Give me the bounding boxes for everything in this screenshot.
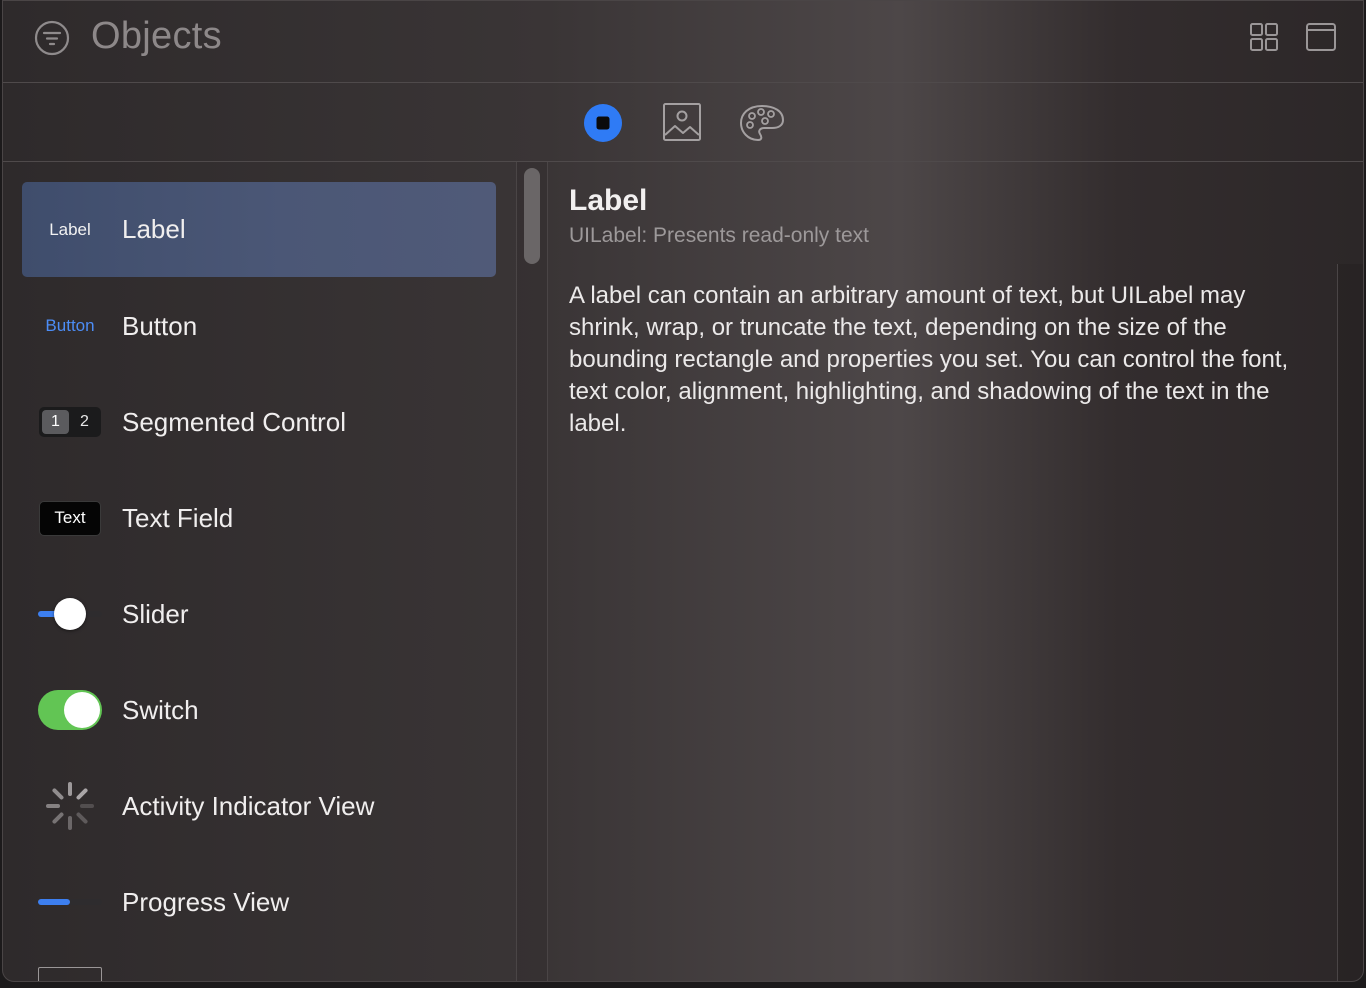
spinner-spoke xyxy=(52,812,64,824)
list-scrollbar[interactable] xyxy=(516,162,548,981)
grid-view-icon[interactable] xyxy=(1249,22,1279,52)
list-item-switch[interactable]: Switch xyxy=(22,662,496,758)
label-thumbnail: Label xyxy=(38,182,102,277)
list-item-button[interactable]: Button Button xyxy=(22,278,496,374)
list-item-slider[interactable]: Slider xyxy=(22,566,496,662)
photo-icon[interactable] xyxy=(662,102,702,142)
list-scroll-thumb[interactable] xyxy=(524,168,540,264)
slider-knob xyxy=(54,598,86,630)
segment-2-text: 2 xyxy=(80,413,89,430)
list-item-segmented-control[interactable]: 1 2 Segmented Control xyxy=(22,374,496,470)
slider-thumbnail xyxy=(38,566,102,662)
title-bar: Objects xyxy=(3,1,1363,83)
button-thumbnail-text: Button xyxy=(45,316,95,335)
switch-knob xyxy=(64,692,100,728)
list-item-label[interactable]: Label Label xyxy=(22,182,496,277)
progress-fill xyxy=(38,899,70,905)
filter-icon[interactable] xyxy=(34,20,70,56)
palette-icon[interactable] xyxy=(738,103,786,143)
list-item-progress-view[interactable]: Progress View xyxy=(22,854,496,950)
spinner-spoke xyxy=(76,788,88,800)
progress-view-thumbnail xyxy=(38,854,102,950)
detail-pane: Label UILabel: Presents read-only text A… xyxy=(548,162,1363,981)
spinner-spoke xyxy=(52,788,64,800)
list-item-title: Label xyxy=(122,214,186,244)
object-library-window: Objects Label Label Button Button 1 2 Se… xyxy=(2,0,1364,982)
text-field-thumbnail-text: Text xyxy=(39,500,101,536)
list-item-title: Progress View xyxy=(122,886,290,917)
list-item-title: Segmented Control xyxy=(122,406,347,437)
detail-subtitle: UILabel: Presents read-only text xyxy=(569,224,869,247)
list-item-activity-indicator-view[interactable]: Activity Indicator View xyxy=(22,758,496,854)
window-icon[interactable] xyxy=(1305,21,1337,53)
button-thumbnail: Button xyxy=(38,278,102,374)
list-item-title: Activity Indicator View xyxy=(122,790,375,821)
spinner-spoke xyxy=(76,812,88,824)
activity-indicator-icon xyxy=(38,758,102,854)
list-item-title: Text Field xyxy=(122,502,234,533)
list-item-title: Switch xyxy=(122,694,199,725)
detail-title: Label xyxy=(569,184,648,217)
text-field-thumbnail: Text xyxy=(38,470,102,566)
detail-description: A label can contain an arbitrary amount … xyxy=(569,282,1289,437)
switch-thumbnail xyxy=(38,662,102,758)
library-title: Objects xyxy=(91,15,222,57)
square-in-circle-icon[interactable] xyxy=(583,103,623,143)
list-item-text-field[interactable]: Text Text Field xyxy=(22,470,496,566)
object-list: Label Label Button Button 1 2 Segmented … xyxy=(3,162,516,981)
list-item-title: Button xyxy=(122,310,198,341)
partial-list-item-thumbnail xyxy=(38,967,102,981)
label-thumbnail-text: Label xyxy=(49,219,91,239)
list-item-title: Slider xyxy=(122,598,189,629)
library-segment-bar xyxy=(3,83,1363,162)
detail-scrollbar[interactable] xyxy=(1337,264,1363,981)
segment-1-text: 1 xyxy=(42,410,69,434)
segmented-control-thumbnail: 1 2 xyxy=(38,374,102,470)
